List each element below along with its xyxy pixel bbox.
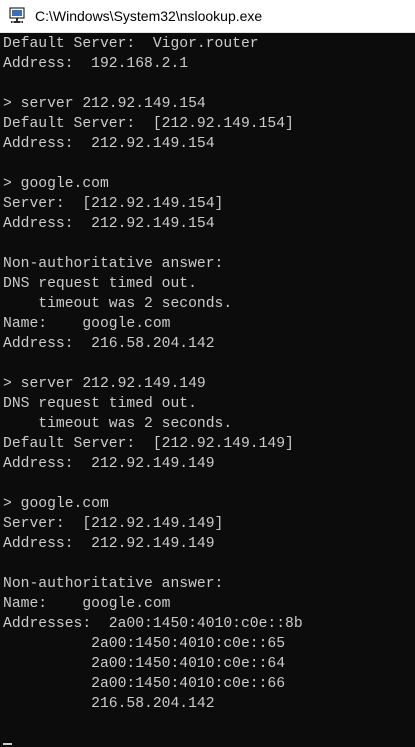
console-line: DNS request timed out.: [3, 276, 197, 292]
console-line: Server: [212.92.149.149]: [3, 516, 224, 532]
console-line: timeout was 2 seconds.: [3, 416, 233, 432]
console-line: Address: 212.92.149.154: [3, 136, 215, 152]
console-line: > google.com: [3, 496, 109, 512]
console-line: timeout was 2 seconds.: [3, 296, 233, 312]
console-line: Name: google.com: [3, 316, 171, 332]
console-line: Default Server: Vigor.router: [3, 36, 259, 52]
console-output[interactable]: Default Server: Vigor.router Address: 192…: [3, 34, 415, 747]
console-line: Address: 212.92.149.149: [3, 536, 215, 552]
console-line: DNS request timed out.: [3, 396, 197, 412]
console-window: C:\Windows\System32\nslookup.exe Default…: [0, 0, 415, 747]
window-title: C:\Windows\System32\nslookup.exe: [35, 8, 263, 24]
console-line: 2a00:1450:4010:c0e::66: [3, 676, 286, 692]
console-line: Addresses: 2a00:1450:4010:c0e::8b: [3, 616, 303, 632]
console-line: 216.58.204.142: [3, 696, 215, 712]
console-line: Address: 212.92.149.154: [3, 216, 215, 232]
console-line: Non-authoritative answer:: [3, 576, 224, 592]
console-line: Default Server: [212.92.149.149]: [3, 436, 294, 452]
nslookup-app-icon[interactable]: [8, 7, 26, 25]
console-line: 2a00:1450:4010:c0e::65: [3, 636, 286, 652]
console-line: Name: google.com: [3, 596, 171, 612]
title-bar[interactable]: C:\Windows\System32\nslookup.exe: [0, 0, 415, 33]
console-line: Non-authoritative answer:: [3, 256, 224, 272]
console-line: Server: [212.92.149.154]: [3, 196, 224, 212]
console-line: > server 212.92.149.149: [3, 376, 206, 392]
console-line: Address: 216.58.204.142: [3, 336, 215, 352]
console-line: 2a00:1450:4010:c0e::64: [3, 656, 286, 672]
console-line: Address: 212.92.149.149: [3, 456, 215, 472]
console-line: Address: 192.168.2.1: [3, 56, 189, 72]
console-line: Default Server: [212.92.149.154]: [3, 116, 294, 132]
text-cursor: [3, 743, 12, 745]
console-line: > google.com: [3, 176, 109, 192]
console-line: > server 212.92.149.154: [3, 96, 206, 112]
